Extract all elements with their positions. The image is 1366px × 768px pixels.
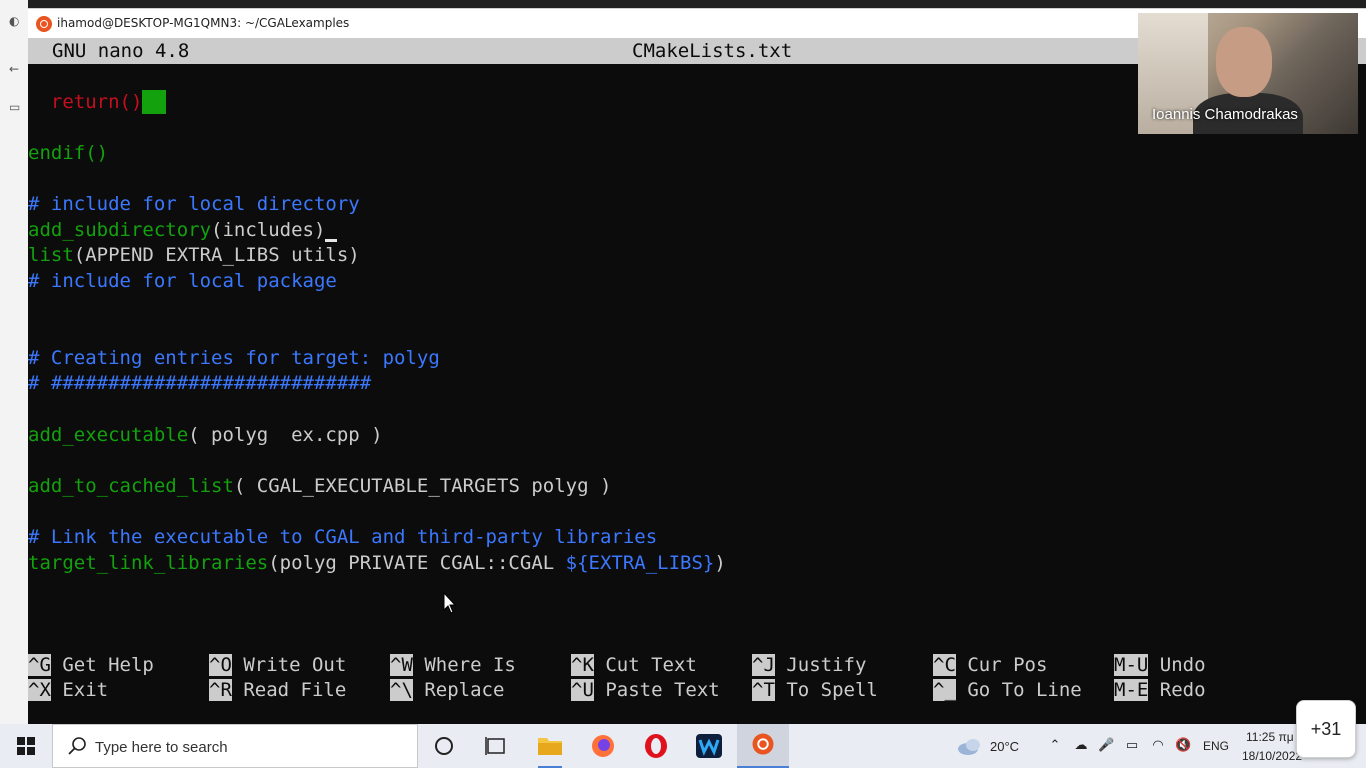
chevron-up-icon[interactable]: ⌃	[1047, 738, 1063, 754]
code-args: ( CGAL_EXECUTABLE_TARGETS polyg )	[233, 475, 612, 497]
person-head	[1216, 27, 1272, 97]
code-keyword: add_executable	[28, 424, 189, 446]
shortcut-replace[interactable]: ^\ Replace	[390, 678, 504, 702]
code-variable: ${EXTRA_LIBS}	[565, 552, 715, 574]
search-placeholder: Type here to search	[95, 739, 228, 756]
notification-count-badge[interactable]: +31	[1296, 700, 1356, 758]
shortcut-undo[interactable]: M-U Undo	[1114, 653, 1206, 677]
background-window-strip: ◐ ← ▭	[0, 0, 28, 724]
code-line: add_subdirectory(includes)	[28, 218, 338, 242]
shortcut-cur-pos[interactable]: ^C Cur Pos	[933, 653, 1047, 677]
code-line: # ############################	[28, 371, 371, 395]
clock-time[interactable]: 11:25 πμ	[1246, 730, 1294, 744]
code-comment: # include for local directory	[28, 193, 360, 215]
battery-icon[interactable]: ▭	[1124, 738, 1140, 754]
nano-version: GNU nano 4.8	[52, 40, 190, 62]
code-keyword: list	[28, 244, 74, 266]
code-comment: # ############################	[28, 372, 372, 394]
code-line: # include for local package	[28, 269, 337, 293]
code-comment: # Creating entries for target: polyg	[28, 347, 440, 369]
code-args: ( polyg ex.cpp )	[188, 424, 383, 446]
webcam-video[interactable]: Ioannis Chamodrakas	[1138, 13, 1358, 134]
taskbar-search-box[interactable]: Type here to search	[52, 724, 418, 768]
code-line: target_link_libraries(polyg PRIVATE CGAL…	[28, 551, 726, 575]
code-line: endif()	[28, 141, 108, 165]
webex-icon[interactable]	[683, 724, 735, 768]
clock-date[interactable]: 18/10/2022	[1242, 749, 1302, 763]
code-args: (APPEND EXTRA_LIBS utils)	[73, 244, 360, 266]
terminal-area[interactable]: GNU nano 4.8 CMakeLists.txt return() end…	[28, 38, 1366, 724]
mouse-pointer-icon	[443, 592, 457, 614]
participant-name: Ioannis Chamodrakas	[1152, 106, 1298, 123]
text-cursor	[325, 218, 338, 242]
file-explorer-icon[interactable]	[524, 724, 576, 768]
shortcut-cut-text[interactable]: ^K Cut Text	[571, 653, 697, 677]
code-comment: # Link the executable to CGAL and third-…	[28, 526, 658, 548]
cortana-icon[interactable]	[418, 724, 470, 768]
nano-filename: CMakeLists.txt	[632, 40, 793, 62]
code-endif: endif()	[28, 142, 109, 164]
microphone-icon[interactable]: 🎤	[1098, 738, 1114, 754]
code-line: add_to_cached_list( CGAL_EXECUTABLE_TARG…	[28, 474, 611, 498]
window-title: ihamod@DESKTOP-MG1QMN3: ~/CGALexamples	[57, 16, 350, 30]
edge-browser-icon[interactable]: ◐	[9, 14, 23, 28]
shortcut-write-out[interactable]: ^O Write Out	[209, 653, 346, 677]
shortcut-read-file[interactable]: ^R Read File	[209, 678, 346, 702]
shortcut-where-is[interactable]: ^W Where Is	[390, 653, 516, 677]
code-keyword: add_subdirectory	[28, 219, 212, 241]
shortcut-to-spell[interactable]: ^T To Spell	[752, 678, 878, 702]
shortcut-go-to-line[interactable]: ^_ Go To Line	[933, 678, 1082, 702]
code-args: (includes)	[211, 219, 326, 241]
code-keyword: add_to_cached_list	[28, 475, 234, 497]
weather-temperature[interactable]: 20°C	[990, 739, 1019, 754]
firefox-icon[interactable]	[577, 724, 629, 768]
code-line: return()	[28, 90, 167, 114]
code-keyword: target_link_libraries	[28, 552, 269, 574]
speaker-muted-icon[interactable]: 🔇	[1175, 738, 1191, 754]
weather-cloud-icon[interactable]	[956, 736, 984, 756]
sidebar-icon[interactable]: ▭	[9, 100, 23, 114]
language-indicator[interactable]: ENG	[1203, 739, 1229, 753]
windows-start-icon[interactable]	[0, 724, 52, 768]
opera-icon[interactable]	[630, 724, 682, 768]
back-arrow-icon[interactable]: ←	[9, 62, 23, 76]
task-view-icon[interactable]	[470, 724, 522, 768]
cursor-block	[142, 90, 167, 114]
search-icon	[68, 737, 86, 755]
code-return: return()	[50, 91, 143, 113]
code-args: )	[714, 552, 726, 574]
code-args: (polyg PRIVATE CGAL::CGAL	[268, 552, 566, 574]
ubuntu-icon	[36, 16, 52, 32]
shortcut-redo[interactable]: M-E Redo	[1114, 678, 1206, 702]
onedrive-warning-icon[interactable]: ☁	[1073, 738, 1089, 754]
shortcut-justify[interactable]: ^J Justify	[752, 653, 866, 677]
wifi-icon[interactable]: ◠	[1150, 738, 1166, 754]
shortcut-get-help[interactable]: ^G Get Help	[28, 653, 154, 677]
taskbar: Type here to search 20°C ⌃ ☁ 🎤 ▭ ◠ 🔇 ENG…	[0, 724, 1366, 768]
ubuntu-terminal-icon[interactable]	[737, 724, 789, 768]
code-comment: # include for local package	[28, 270, 337, 292]
shortcut-exit[interactable]: ^X Exit	[28, 678, 108, 702]
code-line: # Creating entries for target: polyg	[28, 346, 440, 370]
shortcut-paste-text[interactable]: ^U Paste Text	[571, 678, 720, 702]
code-line: list(APPEND EXTRA_LIBS utils)	[28, 243, 360, 267]
code-line: # include for local directory	[28, 192, 360, 216]
code-line: add_executable( polyg ex.cpp )	[28, 423, 383, 447]
code-line: # Link the executable to CGAL and third-…	[28, 525, 657, 549]
